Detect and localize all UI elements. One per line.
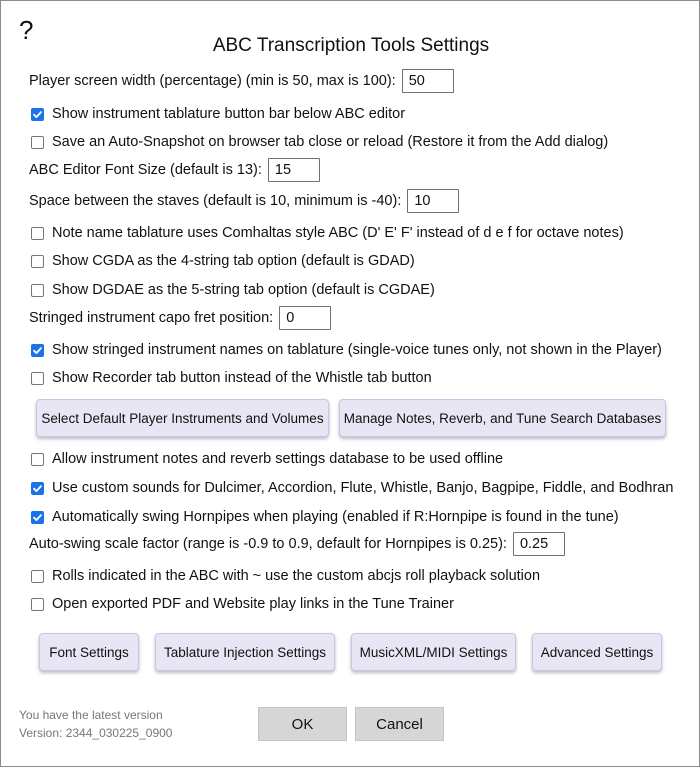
cgda-checkbox[interactable]	[31, 254, 44, 268]
capo-row: Stringed instrument capo fret position:	[29, 305, 332, 331]
tab-button-bar-label: Show instrument tablature button bar bel…	[52, 106, 406, 122]
offline-db-checkbox[interactable]	[31, 452, 44, 466]
staff-space-input[interactable]	[407, 189, 460, 213]
font-settings-button[interactable]: Font Settings	[39, 633, 139, 671]
recorder-checkbox[interactable]	[31, 371, 44, 385]
player-width-label: Player screen width (percentage) (min is…	[29, 73, 396, 89]
settings-dialog: ? ABC Transcription Tools Settings Playe…	[0, 0, 700, 767]
player-width-row: Player screen width (percentage) (min is…	[29, 68, 454, 94]
rolls-label: Rolls indicated in the ABC with ~ use th…	[52, 568, 541, 584]
auto-snapshot-row[interactable]: Save an Auto-Snapshot on browser tab clo…	[29, 129, 608, 155]
rolls-checkbox[interactable]	[31, 569, 44, 583]
instrument-names-row[interactable]: Show stringed instrument names on tablat…	[29, 337, 662, 363]
offline-db-row[interactable]: Allow instrument notes and reverb settin…	[29, 446, 503, 472]
tab-button-bar-row[interactable]: Show instrument tablature button bar bel…	[29, 101, 405, 127]
tune-trainer-label: Open exported PDF and Website play links…	[52, 596, 454, 612]
auto-snapshot-label: Save an Auto-Snapshot on browser tab clo…	[52, 134, 609, 150]
cgda-row[interactable]: Show CGDA as the 4-string tab option (de…	[29, 248, 415, 274]
latest-version-text: You have the latest version	[19, 708, 163, 722]
tablature-injection-button[interactable]: Tablature Injection Settings	[155, 633, 335, 671]
swing-hornpipes-label: Automatically swing Hornpipes when playi…	[52, 509, 619, 525]
recorder-row[interactable]: Show Recorder tab button instead of the …	[29, 365, 432, 391]
font-size-input[interactable]	[267, 158, 320, 182]
swing-factor-label: Auto-swing scale factor (range is -0.9 t…	[29, 536, 507, 552]
comhaltas-label: Note name tablature uses Comhaltas style…	[52, 225, 624, 241]
player-width-input[interactable]	[401, 69, 454, 93]
manage-notes-button[interactable]: Manage Notes, Reverb, and Tune Search Da…	[339, 399, 666, 437]
staff-space-label: Space between the staves (default is 10,…	[29, 193, 402, 209]
cancel-button[interactable]: Cancel	[355, 707, 444, 741]
custom-sounds-row[interactable]: Use custom sounds for Dulcimer, Accordio…	[29, 475, 673, 501]
capo-label: Stringed instrument capo fret position:	[29, 310, 274, 326]
custom-sounds-checkbox[interactable]	[31, 481, 44, 495]
font-size-label: ABC Editor Font Size (default is 13):	[29, 162, 262, 178]
font-size-row: ABC Editor Font Size (default is 13):	[29, 157, 320, 183]
instrument-names-label: Show stringed instrument names on tablat…	[52, 342, 662, 358]
swing-hornpipes-row[interactable]: Automatically swing Hornpipes when playi…	[29, 504, 619, 530]
dgdae-row[interactable]: Show DGDAE as the 5-string tab option (d…	[29, 277, 435, 303]
default-instruments-button[interactable]: Select Default Player Instruments and Vo…	[36, 399, 329, 437]
advanced-settings-button[interactable]: Advanced Settings	[532, 633, 662, 671]
recorder-label: Show Recorder tab button instead of the …	[52, 370, 432, 386]
auto-snapshot-checkbox[interactable]	[31, 135, 44, 149]
dgdae-label: Show DGDAE as the 5-string tab option (d…	[52, 282, 435, 298]
musicxml-midi-button[interactable]: MusicXML/MIDI Settings	[351, 633, 516, 671]
comhaltas-row[interactable]: Note name tablature uses Comhaltas style…	[29, 220, 624, 246]
swing-factor-row: Auto-swing scale factor (range is -0.9 t…	[29, 531, 565, 557]
staff-space-row: Space between the staves (default is 10,…	[29, 188, 460, 214]
tab-button-bar-checkbox[interactable]	[31, 107, 44, 121]
cgda-label: Show CGDA as the 4-string tab option (de…	[52, 253, 415, 269]
capo-input[interactable]	[279, 306, 332, 330]
dgdae-checkbox[interactable]	[31, 283, 44, 297]
version-text: Version: 2344_030225_0900	[19, 726, 173, 740]
comhaltas-checkbox[interactable]	[31, 226, 44, 240]
instrument-names-checkbox[interactable]	[31, 343, 44, 357]
dialog-title: ABC Transcription Tools Settings	[212, 35, 490, 56]
rolls-row[interactable]: Rolls indicated in the ABC with ~ use th…	[29, 563, 540, 589]
custom-sounds-label: Use custom sounds for Dulcimer, Accordio…	[52, 480, 674, 496]
swing-hornpipes-checkbox[interactable]	[31, 510, 44, 524]
tune-trainer-row[interactable]: Open exported PDF and Website play links…	[29, 591, 454, 617]
offline-db-label: Allow instrument notes and reverb settin…	[52, 451, 504, 467]
tune-trainer-checkbox[interactable]	[31, 597, 44, 611]
ok-button[interactable]: OK	[258, 707, 347, 741]
swing-factor-input[interactable]	[512, 532, 565, 556]
